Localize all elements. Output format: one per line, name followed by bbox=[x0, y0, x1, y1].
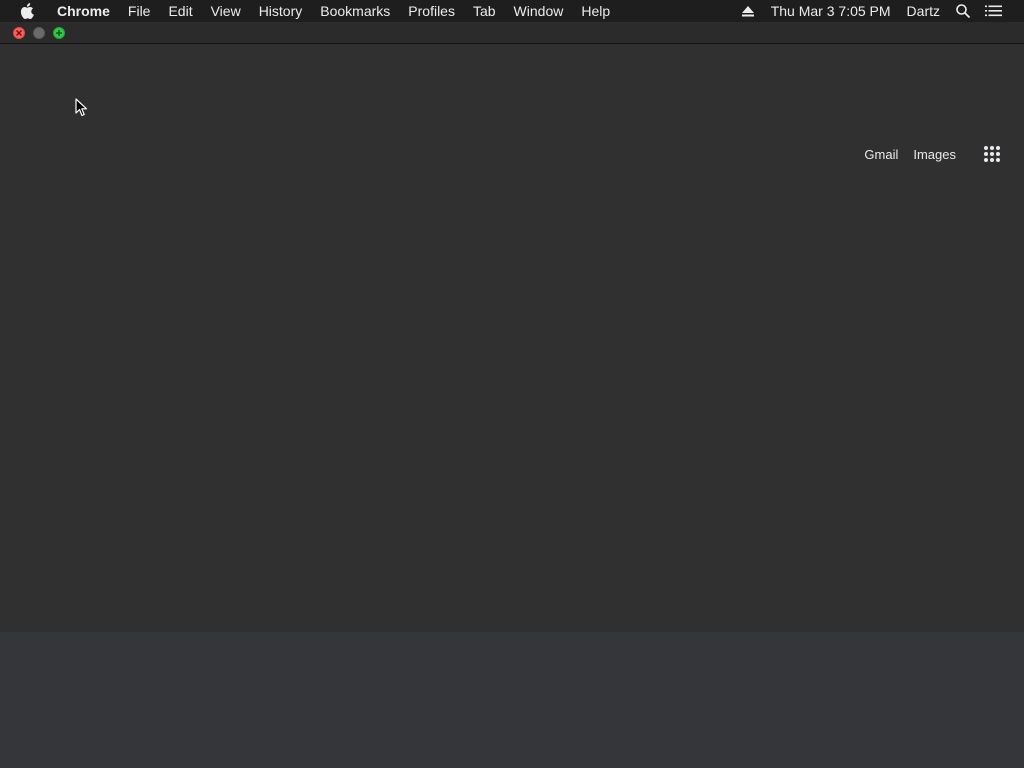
notification-center-icon[interactable] bbox=[982, 0, 1004, 22]
menu-bar: Chrome File Edit View History Bookmarks … bbox=[0, 0, 1024, 22]
menu-bar-left: Chrome File Edit View History Bookmarks … bbox=[0, 0, 619, 22]
menu-bookmarks[interactable]: Bookmarks bbox=[311, 0, 399, 22]
minimize-window-button[interactable] bbox=[33, 27, 45, 39]
apple-icon[interactable] bbox=[20, 3, 34, 19]
zoom-icon bbox=[56, 30, 62, 36]
menu-window[interactable]: Window bbox=[505, 0, 573, 22]
menu-view[interactable]: View bbox=[202, 0, 250, 22]
menu-bar-clock[interactable]: Thu Mar 3 7:05 PM bbox=[763, 0, 899, 22]
eject-icon[interactable] bbox=[737, 0, 759, 22]
window-title-bar bbox=[0, 22, 1024, 44]
google-apps-grid-icon[interactable] bbox=[980, 142, 1004, 166]
menu-chrome[interactable]: Chrome bbox=[48, 0, 119, 22]
menu-history[interactable]: History bbox=[250, 0, 312, 22]
menu-profiles[interactable]: Profiles bbox=[399, 0, 464, 22]
menu-bar-user[interactable]: Dartz bbox=[899, 0, 948, 22]
close-window-button[interactable] bbox=[13, 27, 25, 39]
images-link[interactable]: Images bbox=[913, 147, 956, 162]
menu-edit[interactable]: Edit bbox=[159, 0, 201, 22]
browser-content: Gmail Images bbox=[0, 44, 1024, 632]
close-icon bbox=[16, 30, 22, 36]
page-footer-area bbox=[0, 632, 1024, 768]
mouse-pointer-icon bbox=[75, 98, 88, 117]
menu-file[interactable]: File bbox=[119, 0, 160, 22]
menu-bar-status: Thu Mar 3 7:05 PM Dartz bbox=[733, 0, 1024, 22]
gmail-link[interactable]: Gmail bbox=[864, 147, 898, 162]
menu-help[interactable]: Help bbox=[572, 0, 619, 22]
spotlight-search-icon[interactable] bbox=[952, 0, 974, 22]
google-header-links: Gmail Images bbox=[864, 143, 1004, 165]
zoom-window-button[interactable] bbox=[53, 27, 65, 39]
menu-tab[interactable]: Tab bbox=[464, 0, 505, 22]
